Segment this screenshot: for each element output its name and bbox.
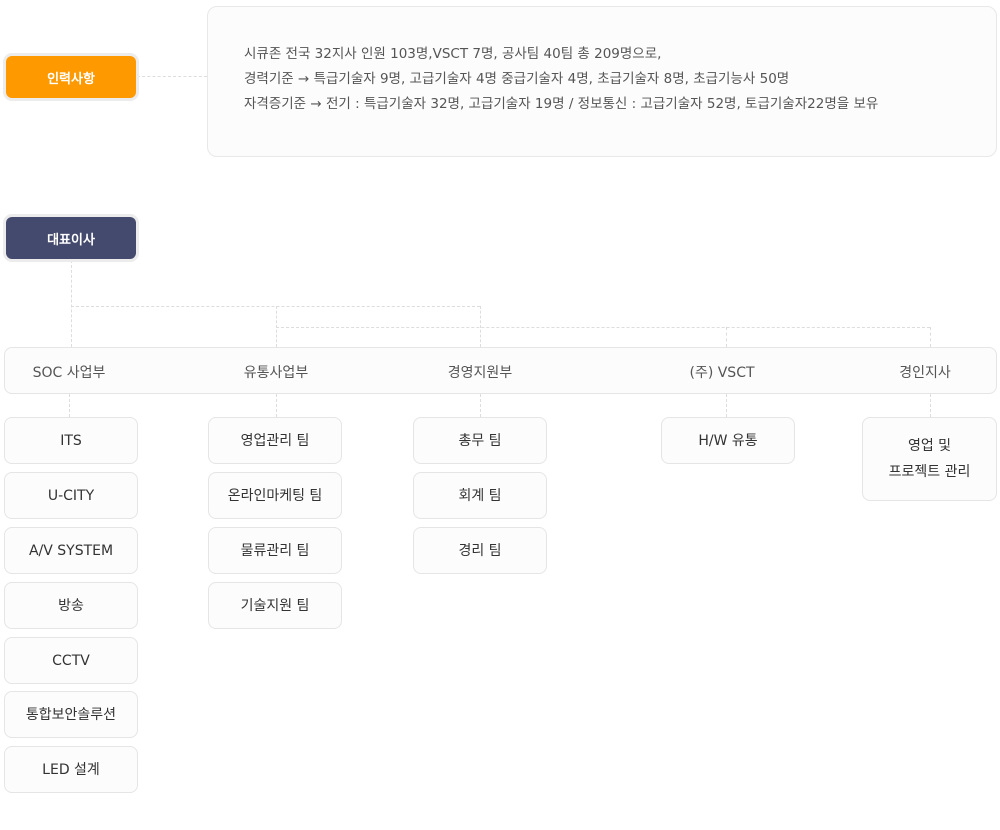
staff-info-line: 경력기준 → 특급기술자 9명, 고급기술자 4명 중급기술자 4명, 초급기술… bbox=[244, 71, 790, 87]
dept-team-connector bbox=[480, 394, 481, 417]
dept-team-connector bbox=[726, 394, 727, 417]
team-box: U-CITY bbox=[4, 472, 138, 519]
team-box: A/V SYSTEM bbox=[4, 527, 138, 574]
team-box: 물류관리 팀 bbox=[208, 527, 342, 574]
team-label-line: 프로젝트 관리 bbox=[888, 464, 971, 480]
dept-team-connector bbox=[930, 394, 931, 417]
team-box: ITS bbox=[4, 417, 138, 464]
team-box: 회계 팀 bbox=[413, 472, 547, 519]
dept-team-connector bbox=[276, 394, 277, 417]
team-box: 경리 팀 bbox=[413, 527, 547, 574]
team-box: H/W 유통 bbox=[661, 417, 795, 464]
branch-drop-4 bbox=[726, 327, 727, 347]
team-label-line: 영업 및 bbox=[907, 438, 952, 454]
branch-drop-5 bbox=[930, 327, 931, 347]
ceo-box: 대표이사 bbox=[6, 217, 136, 259]
department-distribution: 유통사업부 bbox=[243, 365, 309, 381]
department-vsct: (주) VSCT bbox=[689, 365, 755, 381]
department-management-support: 경영지원부 bbox=[447, 365, 513, 381]
department-soc: SOC 사업부 bbox=[32, 365, 106, 381]
branch-connector-lower bbox=[276, 327, 930, 328]
dept-team-connector bbox=[69, 394, 70, 417]
team-box: LED 설계 bbox=[4, 746, 138, 793]
staff-label: 인력사항 bbox=[6, 56, 136, 98]
staff-connector bbox=[137, 76, 207, 77]
team-box: CCTV bbox=[4, 637, 138, 684]
staff-info-line: 자격증기준 → 전기 : 특급기술자 32명, 고급기술자 19명 / 정보통신… bbox=[244, 96, 879, 112]
staff-info-line: 시큐존 전국 32지사 인원 103명,VSCT 7명, 공사팀 40팀 총 2… bbox=[244, 46, 662, 62]
staff-info-box: 시큐존 전국 32지사 인원 103명,VSCT 7명, 공사팀 40팀 총 2… bbox=[207, 6, 997, 157]
ceo-connector bbox=[71, 260, 72, 347]
team-box: 온라인마케팅 팀 bbox=[208, 472, 342, 519]
team-box: 통합보안솔루션 bbox=[4, 691, 138, 738]
team-box: 영업 및 프로젝트 관리 bbox=[862, 417, 997, 501]
team-box: 총무 팀 bbox=[413, 417, 547, 464]
team-box: 방송 bbox=[4, 582, 138, 629]
department-gyeongin-branch: 경인지사 bbox=[899, 365, 951, 381]
team-box: 영업관리 팀 bbox=[208, 417, 342, 464]
team-box: 기술지원 팀 bbox=[208, 582, 342, 629]
